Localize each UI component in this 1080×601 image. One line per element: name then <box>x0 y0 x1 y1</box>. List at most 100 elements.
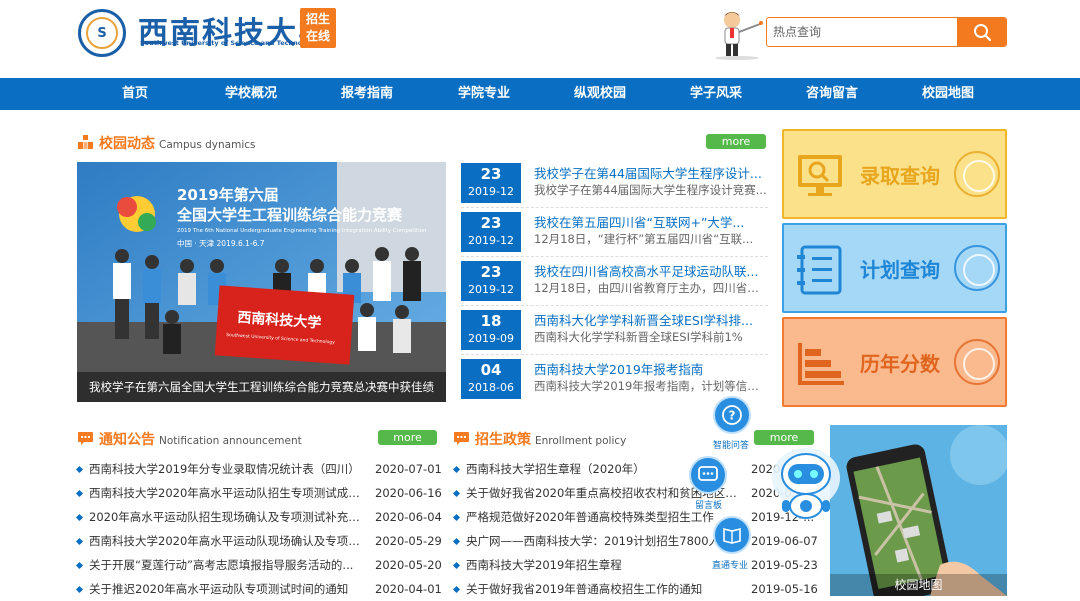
quick-label: 录取查询 <box>860 164 940 188</box>
campus-subtitle: Campus dynamics <box>159 139 256 151</box>
university-seal-icon <box>954 245 1000 291</box>
question-icon: ? <box>722 405 742 425</box>
phone-map-image <box>830 425 1007 596</box>
robot-assistant-icon[interactable] <box>768 444 844 524</box>
quick-plan-query[interactable]: 计划查询 <box>782 223 1007 313</box>
quick-past-scores[interactable]: 历年分数 <box>782 317 1007 407</box>
search-button[interactable] <box>957 18 1006 46</box>
nav-students[interactable]: 学子风采 <box>690 78 742 110</box>
news-item[interactable]: 23 2019-12 我校在第五届四川省“互联网+”大学... 12月18日，“建… <box>461 209 768 257</box>
notice-text[interactable]: 关于开展“夏莲行动”高考志愿填报指导服务活动的... <box>89 553 364 577</box>
news-day: 23 <box>480 214 502 232</box>
quick-label: 历年分数 <box>860 352 940 376</box>
news-item[interactable]: 23 2019-12 我校学子在第44届国际大学生程序设计... 我校学子在第44… <box>461 160 768 208</box>
direct-major-label[interactable]: 直通专业 <box>712 558 748 571</box>
campus-section-icon <box>78 135 93 149</box>
smart-qa-label[interactable]: 智能问答 <box>713 438 749 451</box>
policy-more-button[interactable]: more <box>754 430 814 445</box>
campus-map-link[interactable]: 校园地图 <box>830 425 1007 596</box>
policy-title-text: 招生政策 <box>475 432 531 448</box>
list-item[interactable]: 关于做好我省2019年普通高校招生工作的通知 2019-05-16 <box>452 577 818 601</box>
list-item[interactable]: 西南科技大学2019年招生章程 2019-05-23 <box>452 553 818 577</box>
notice-date: 2020-06-16 <box>375 486 442 500</box>
university-seal-icon <box>954 151 1000 197</box>
list-item[interactable]: 关于推迟2020年高水平运动队专项测试时间的通知 2020-04-01 <box>75 577 442 601</box>
list-item[interactable]: 央广网——西南科技大学：2019计划招生7800人 2019-06-07 <box>452 529 818 553</box>
logo-seal[interactable]: S <box>78 9 126 57</box>
book-icon <box>723 527 741 544</box>
svg-text:?: ? <box>729 409 736 423</box>
policy-text[interactable]: 关于做好我省2019年普通高校招生工作的通知 <box>466 577 741 601</box>
notice-text[interactable]: 西南科技大学2020年高水平运动队现场确认及专项测... <box>89 529 364 553</box>
campus-more-button[interactable]: more <box>706 134 766 149</box>
bar-chart-icon <box>798 343 844 385</box>
notice-text[interactable]: 2020年高水平运动队招生现场确认及专项测试补充通... <box>89 505 364 529</box>
campus-title-text: 校园动态 <box>99 136 155 152</box>
notice-date: 2020-07-01 <box>375 462 442 476</box>
news-title[interactable]: 西南科大化学学科新晋全球ESI学科排... <box>534 310 767 329</box>
news-item[interactable]: 04 2018-06 西南科技大学2019年报考指南 西南科技大学2019年报考指… <box>461 356 768 404</box>
notice-text[interactable]: 关于推迟2020年高水平运动队专项测试时间的通知 <box>89 577 364 601</box>
news-title[interactable]: 我校在四川省高校高水平足球运动队联... <box>534 261 767 280</box>
policy-section-title: 招生政策 Enrollment policy <box>475 429 626 449</box>
notice-section-title: 通知公告 Notification announcement <box>99 429 302 449</box>
mascot-icon <box>715 12 763 60</box>
news-summary: 我校学子在第44届国际大学生程序设计竞赛... <box>534 183 767 197</box>
news-date-box: 23 2019-12 <box>461 212 521 252</box>
list-item[interactable]: 关于开展“夏莲行动”高考志愿填报指导服务活动的... 2020-05-20 <box>75 553 442 577</box>
bullet-icon <box>75 513 84 522</box>
banner-english-text: 2019 The 6th National Undergraduate Engi… <box>177 228 427 234</box>
list-item[interactable]: 2020年高水平运动队招生现场确认及专项测试补充通... 2020-06-04 <box>75 505 442 529</box>
search-input[interactable] <box>767 18 959 46</box>
notice-more-button[interactable]: more <box>378 430 437 445</box>
competition-photo-image: 2019年第六届 全国大学生工程训练综合能力竞赛 2019 The 6th Na… <box>77 162 446 402</box>
bullet-icon <box>75 489 84 498</box>
search-box <box>766 17 1007 47</box>
nav-about[interactable]: 学校概况 <box>225 78 277 110</box>
news-title[interactable]: 西南科技大学2019年报考指南 <box>534 359 767 378</box>
news-title[interactable]: 我校在第五届四川省“互联网+”大学... <box>534 212 767 231</box>
list-item[interactable]: 关于做好我省2020年重点高校招收农村和贫困地区学...2020-05-... <box>452 481 816 505</box>
nav-colleges[interactable]: 学院专业 <box>458 78 510 110</box>
news-item[interactable]: 18 2019-09 西南科大化学学科新晋全球ESI学科排... 西南科大化学学科… <box>461 307 768 355</box>
policy-text[interactable]: 西南科技大学2019年招生章程 <box>466 553 741 577</box>
nav-consult[interactable]: 咨询留言 <box>806 78 858 110</box>
nav-map[interactable]: 校园地图 <box>922 78 974 110</box>
message-board-label[interactable]: 留言板 <box>695 498 722 511</box>
list-icon <box>797 245 842 295</box>
news-date-box: 23 2019-12 <box>461 163 521 203</box>
logo-seal-inner: S <box>86 17 118 49</box>
smart-qa-button[interactable]: ? <box>713 396 751 434</box>
university-seal-icon <box>954 339 1000 385</box>
notice-text[interactable]: 西南科技大学2019年分专业录取情况统计表（四川） <box>89 457 364 481</box>
news-year-month: 2019-09 <box>468 332 514 345</box>
list-item[interactable]: 西南科技大学2020年高水平运动队现场确认及专项测... 2020-05-29 <box>75 529 442 553</box>
nav-home[interactable]: 首页 <box>122 78 148 110</box>
photo-caption[interactable]: 我校学子在第六届全国大学生工程训练综合能力竞赛总决赛中获佳绩 <box>77 372 446 402</box>
news-item[interactable]: 23 2019-12 我校在四川省高校高水平足球运动队联... 12月18日，由四… <box>461 258 768 306</box>
chat-icon <box>698 466 718 481</box>
news-date-box: 18 2019-09 <box>461 310 521 350</box>
policy-text[interactable]: 央广网——西南科技大学：2019计划招生7800人 <box>466 529 741 553</box>
notice-text[interactable]: 西南科技大学2020年高水平运动队招生专项测试成绩... <box>89 481 364 505</box>
search-icon <box>973 24 991 42</box>
list-item[interactable]: 西南科技大学2019年分专业录取情况统计表（四川） 2020-07-01 <box>75 457 442 481</box>
direct-major-button[interactable] <box>713 516 751 554</box>
notice-date: 2020-05-20 <box>375 558 442 572</box>
list-item[interactable]: 西南科技大学2020年高水平运动队招生专项测试成绩... 2020-06-16 <box>75 481 442 505</box>
list-item[interactable]: 西南科技大学招生章程（2020年）2020-06-... <box>452 457 816 481</box>
news-day: 23 <box>480 263 502 281</box>
nav-guide[interactable]: 报考指南 <box>341 78 393 110</box>
list-item[interactable]: 严格规范做好2020年普通高校特殊类型招生工作 2019-12-... <box>452 505 816 529</box>
message-board-button[interactable] <box>689 456 727 494</box>
badge-line-1: 招生 <box>305 12 330 26</box>
campus-news-photo[interactable]: 2019年第六届 全国大学生工程训练综合能力竞赛 2019 The 6th Na… <box>77 162 446 402</box>
policy-section-icon <box>454 432 469 445</box>
news-date-box: 23 2019-12 <box>461 261 521 301</box>
quick-admission-query[interactable]: 录取查询 <box>782 129 1007 219</box>
nav-campus[interactable]: 纵观校园 <box>574 78 626 110</box>
badge-line-2: 在线 <box>305 29 330 43</box>
policy-date: 2019-05-23 <box>751 558 818 572</box>
news-title[interactable]: 我校学子在第44届国际大学生程序设计... <box>534 163 767 182</box>
news-date-box: 04 2018-06 <box>461 359 521 399</box>
